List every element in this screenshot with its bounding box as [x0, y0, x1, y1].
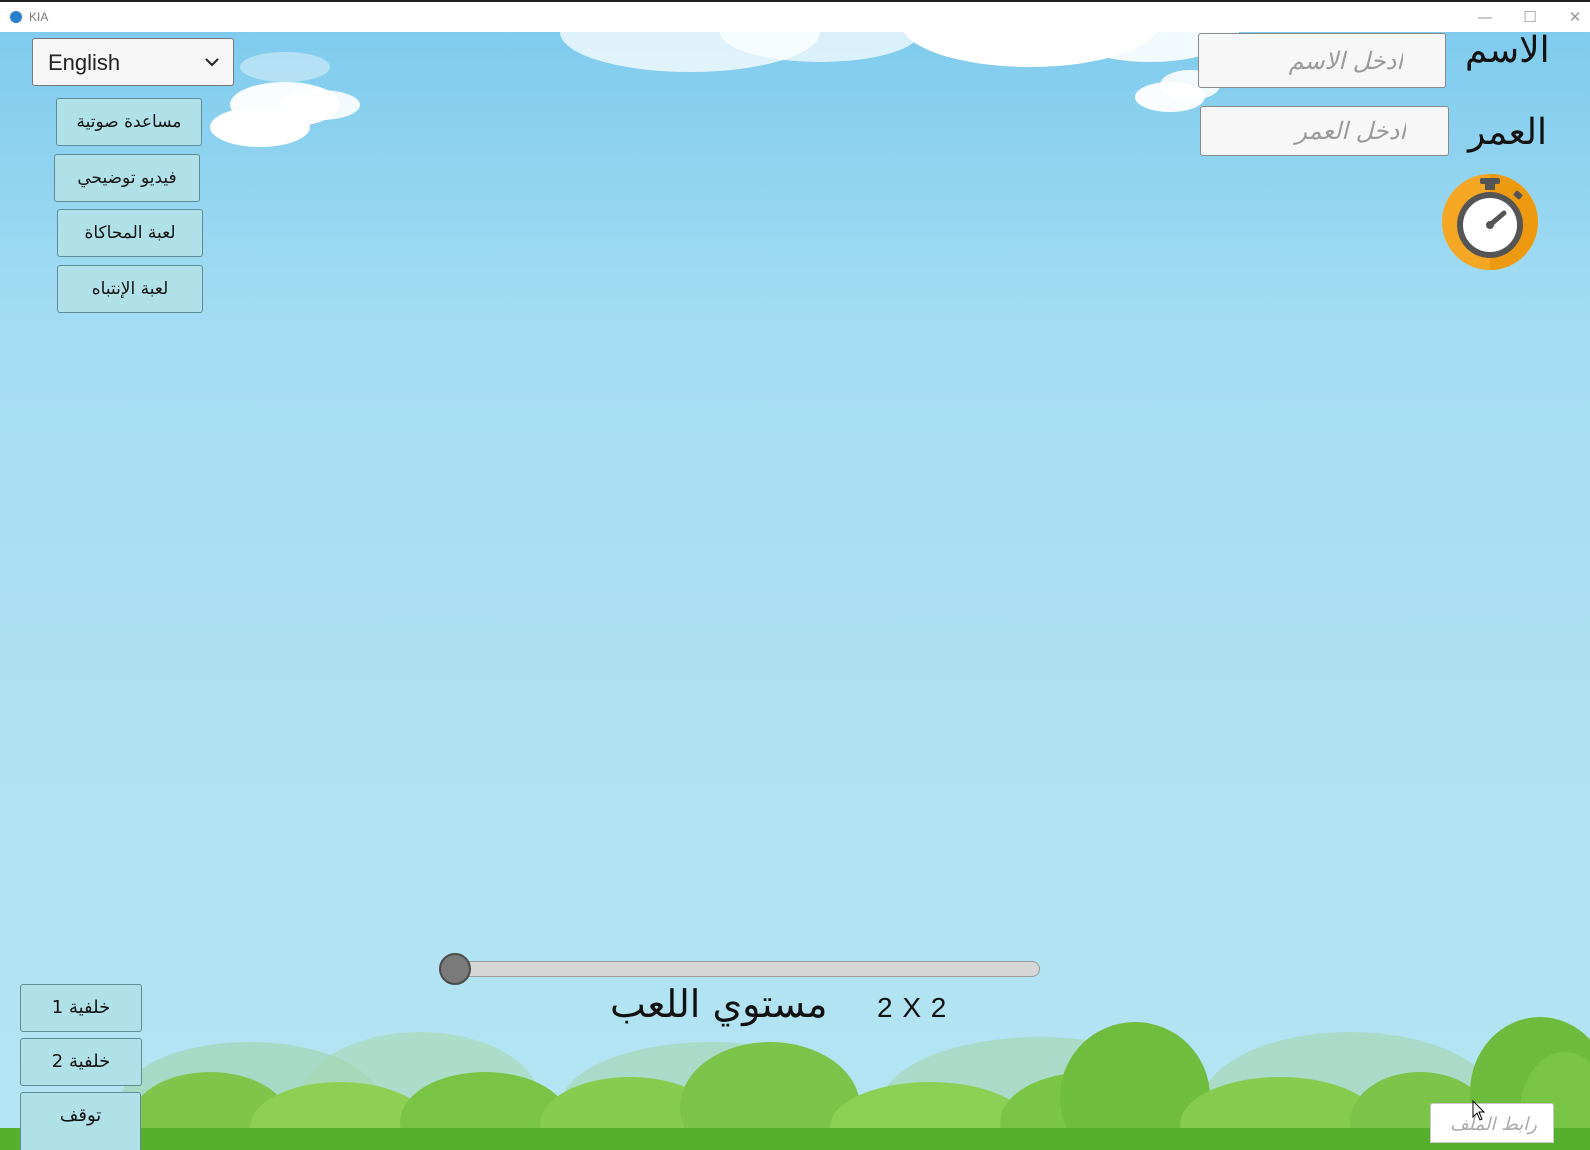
level-label: مستوي اللعب	[610, 982, 828, 1026]
stopwatch-icon[interactable]	[1430, 172, 1550, 272]
grass-strip	[0, 1128, 1590, 1150]
age-label: العمر	[1468, 112, 1548, 153]
close-button[interactable]: ✕	[1560, 6, 1590, 28]
name-field[interactable]	[1198, 33, 1446, 88]
age-input[interactable]	[1201, 107, 1448, 155]
file-link-label: رابط الملف	[1450, 1114, 1537, 1135]
minimize-button[interactable]: —	[1470, 6, 1500, 28]
voice-help-button[interactable]: مساعدة صوتية	[56, 98, 202, 146]
chevron-down-icon	[205, 58, 219, 67]
background-1-button[interactable]: خلفية 1	[20, 984, 142, 1032]
level-slider-track[interactable]	[450, 961, 1040, 977]
language-select-value: English	[48, 50, 121, 75]
stop-button[interactable]: توقف	[20, 1092, 141, 1150]
level-slider-thumb[interactable]	[439, 953, 471, 985]
simulation-game-label: لعبة المحاكاة	[84, 223, 176, 243]
tutorial-video-button[interactable]: فيديو توضيحي	[54, 154, 200, 202]
language-select[interactable]: English	[32, 38, 234, 86]
game-scene: English مساعدة صوتية فيديو توضيحي لعبة ا…	[0, 32, 1590, 1150]
file-link-button[interactable]: رابط الملف	[1430, 1103, 1554, 1143]
window-title: KIA	[29, 10, 49, 24]
background-2-label: خلفية 2	[51, 1051, 111, 1072]
app-icon	[10, 11, 22, 23]
background-1-label: خلفية 1	[51, 997, 111, 1018]
voice-help-label: مساعدة صوتية	[76, 112, 182, 132]
name-label: الاسم	[1465, 32, 1550, 71]
simulation-game-button[interactable]: لعبة المحاكاة	[57, 209, 203, 257]
window-titlebar: KIA — ☐ ✕	[0, 0, 1590, 32]
background-2-button[interactable]: خلفية 2	[20, 1038, 142, 1086]
stop-label: توقف	[59, 1105, 102, 1126]
name-input[interactable]	[1199, 34, 1445, 87]
mouse-cursor-icon	[1472, 1100, 1486, 1121]
attention-game-button[interactable]: لعبة الإنتباه	[57, 265, 203, 313]
age-field[interactable]	[1200, 106, 1449, 156]
maximize-button[interactable]: ☐	[1515, 6, 1545, 28]
tutorial-video-label: فيديو توضيحي	[77, 168, 177, 188]
attention-game-label: لعبة الإنتباه	[91, 279, 169, 299]
level-value: 2 X 2	[877, 992, 948, 1023]
